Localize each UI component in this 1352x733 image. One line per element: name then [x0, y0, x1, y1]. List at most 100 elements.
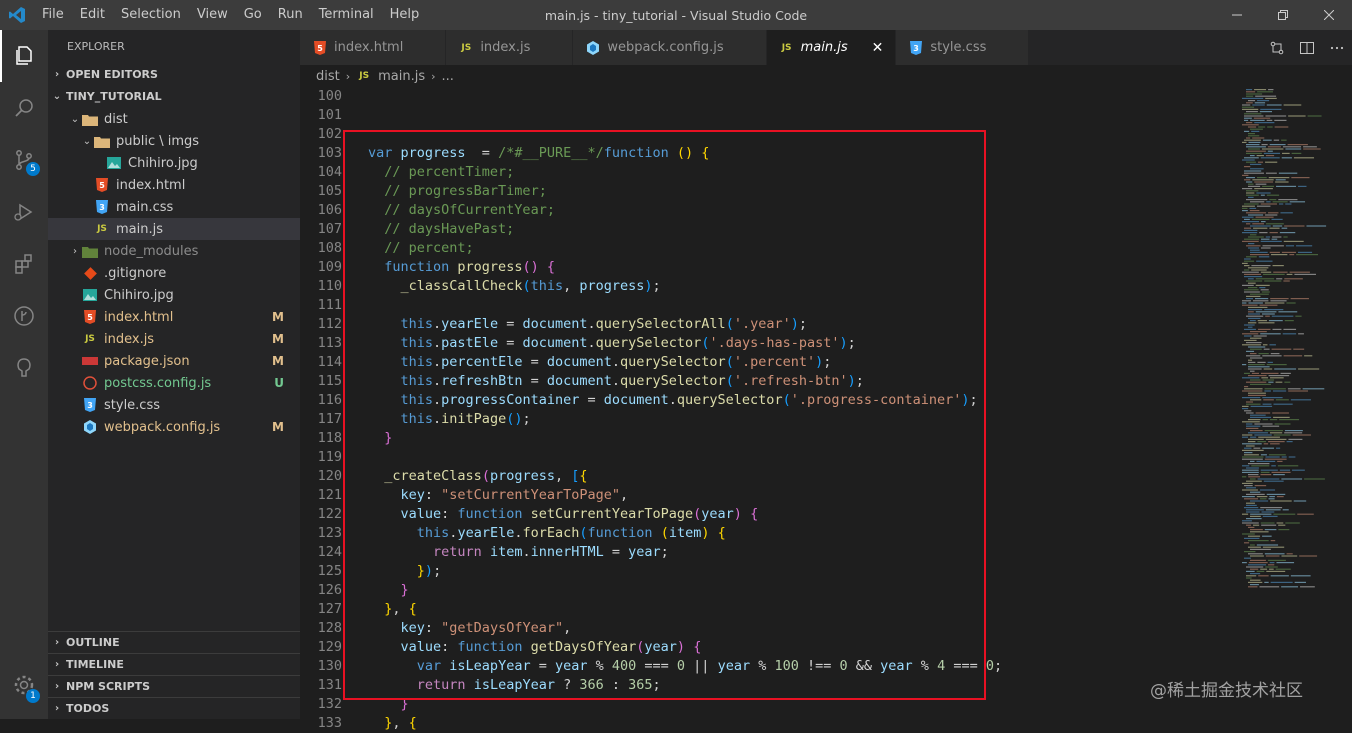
minimap-line — [1242, 124, 1259, 126]
restore-icon[interactable] — [1260, 0, 1306, 30]
tab-webpack-config-js[interactable]: webpack.config.js — [573, 30, 767, 65]
minimap-line — [1266, 104, 1282, 106]
tab-index-js[interactable]: JS index.js — [446, 30, 574, 65]
code-token: : — [441, 639, 458, 655]
minimap-line — [1250, 544, 1255, 546]
code-token: document — [522, 316, 588, 332]
breadcrumb-item[interactable]: main.js — [378, 69, 425, 84]
minimap-line — [1290, 575, 1311, 577]
minimap-line — [1246, 298, 1254, 300]
open-changes-icon[interactable] — [1262, 40, 1292, 56]
tree-item-dist[interactable]: ⌄ dist — [48, 108, 300, 130]
menu-item-run[interactable]: Run — [270, 0, 311, 30]
minimap-line — [1244, 265, 1250, 267]
tree-item-webpack-config-js[interactable]: webpack.config.js M — [48, 416, 300, 438]
menu-item-help[interactable]: Help — [382, 0, 428, 30]
minimap-line — [1276, 447, 1281, 449]
tree-item-package-json[interactable]: package.json M — [48, 350, 300, 372]
menu-item-selection[interactable]: Selection — [113, 0, 189, 30]
code-token: . — [522, 544, 531, 560]
source-control-icon[interactable]: 5 — [0, 134, 48, 186]
tree-item-index-html[interactable]: 5 index.html M — [48, 306, 300, 328]
tree-item-style-css[interactable]: 3 style.css — [48, 394, 300, 416]
code-token: this — [416, 525, 450, 541]
settings-gear-icon[interactable]: 1 — [0, 659, 48, 711]
code-token: = — [498, 335, 523, 351]
minimap-line — [1254, 89, 1267, 91]
minimap-line — [1286, 441, 1293, 443]
code-token: pastEle — [441, 335, 499, 351]
minimap-line — [1242, 522, 1259, 524]
breadcrumb-item[interactable]: dist — [316, 69, 340, 84]
tree-item-index-html[interactable]: 5 index.html — [48, 174, 300, 196]
minimap-line — [1264, 280, 1282, 282]
menu-item-go[interactable]: Go — [236, 0, 270, 30]
line-content: key: "setCurrentYearToPage", — [342, 486, 629, 505]
code-token: refreshBtn — [441, 373, 523, 389]
menu-item-edit[interactable]: Edit — [72, 0, 113, 30]
minimap-line — [1281, 251, 1296, 253]
tree-item-main-js[interactable]: JS main.js — [48, 218, 300, 240]
section-timeline[interactable]: › TIMELINE — [48, 653, 300, 675]
minimap-line — [1280, 212, 1293, 214]
tree-item-index-js[interactable]: JS index.js M — [48, 328, 300, 350]
code-editor[interactable]: 100 101 102 103 var progress = /*#__PURE__*/… — [300, 87, 1240, 733]
code-line: 117 this.initPage(); — [300, 410, 1240, 429]
tree-item-chihiro-jpg[interactable]: Chihiro.jpg — [48, 152, 300, 174]
section-label: TODOS — [66, 701, 110, 715]
minimap-line — [1302, 388, 1325, 390]
minimap-line — [1295, 315, 1302, 317]
section-todos[interactable]: › TODOS — [48, 697, 300, 719]
minimap[interactable] — [1238, 87, 1338, 607]
minimap-line — [1242, 520, 1252, 522]
remote-explorer-icon[interactable] — [0, 342, 48, 394]
tree-item-postcss-config-js[interactable]: postcss.config.js U — [48, 372, 300, 394]
minimap-line — [1246, 194, 1259, 196]
minimap-line — [1250, 555, 1264, 557]
section-outline[interactable]: › OUTLINE — [48, 631, 300, 653]
minimap-line — [1255, 284, 1270, 286]
tab-style-css[interactable]: 3 style.css — [896, 30, 1030, 65]
tree-item-public-imgs[interactable]: ⌄ public \ imgs — [48, 130, 300, 152]
split-editor-icon[interactable] — [1292, 40, 1322, 56]
open-editors-section[interactable]: › OPEN EDITORS — [48, 64, 300, 86]
minimap-line — [1242, 141, 1247, 143]
minimap-line — [1268, 381, 1274, 383]
tree-item--gitignore[interactable]: .gitignore — [48, 262, 300, 284]
menu-item-view[interactable]: View — [189, 0, 236, 30]
minimap-line — [1248, 419, 1261, 421]
tree-item-node-modules[interactable]: › node_modules — [48, 240, 300, 262]
minimize-icon[interactable] — [1214, 0, 1260, 30]
tab-main-js[interactable]: JS main.js ✕ — [766, 30, 897, 65]
menu-item-file[interactable]: File — [34, 0, 72, 30]
code-token: ) — [644, 278, 653, 294]
tab-index-html[interactable]: 5 index.html — [300, 30, 447, 65]
breadcrumb-item[interactable]: ... — [442, 69, 454, 84]
project-section[interactable]: ⌄ TINY_TUTORIAL — [48, 86, 300, 108]
section-npm-scripts[interactable]: › NPM SCRIPTS — [48, 675, 300, 697]
line-number: 131 — [317, 677, 342, 693]
menu-item-terminal[interactable]: Terminal — [311, 0, 382, 30]
tree-item-label: style.css — [104, 397, 160, 413]
run-debug-icon[interactable] — [0, 186, 48, 238]
close-icon[interactable] — [1306, 0, 1352, 30]
minimap-line — [1257, 161, 1264, 163]
tree-item-chihiro-jpg[interactable]: Chihiro.jpg — [48, 284, 300, 306]
extensions-icon[interactable] — [0, 238, 48, 290]
tree-item-main-css[interactable]: 3 main.css — [48, 196, 300, 218]
search-icon[interactable] — [0, 82, 48, 134]
minimap-line — [1242, 210, 1248, 212]
minimap-line — [1292, 434, 1311, 436]
explorer-icon[interactable] — [0, 30, 48, 82]
code-token: 400 — [611, 658, 637, 674]
close-tab-icon[interactable]: ✕ — [872, 40, 884, 56]
more-actions-icon[interactable] — [1322, 40, 1352, 56]
code-token: ( — [725, 316, 734, 332]
git-graph-icon[interactable] — [0, 290, 48, 342]
minimap-line — [1244, 454, 1259, 456]
code-line: 131 return isLeapYear ? 366 : 365; — [300, 676, 1240, 695]
code-token: progress — [579, 278, 645, 294]
code-token: === — [636, 658, 677, 674]
